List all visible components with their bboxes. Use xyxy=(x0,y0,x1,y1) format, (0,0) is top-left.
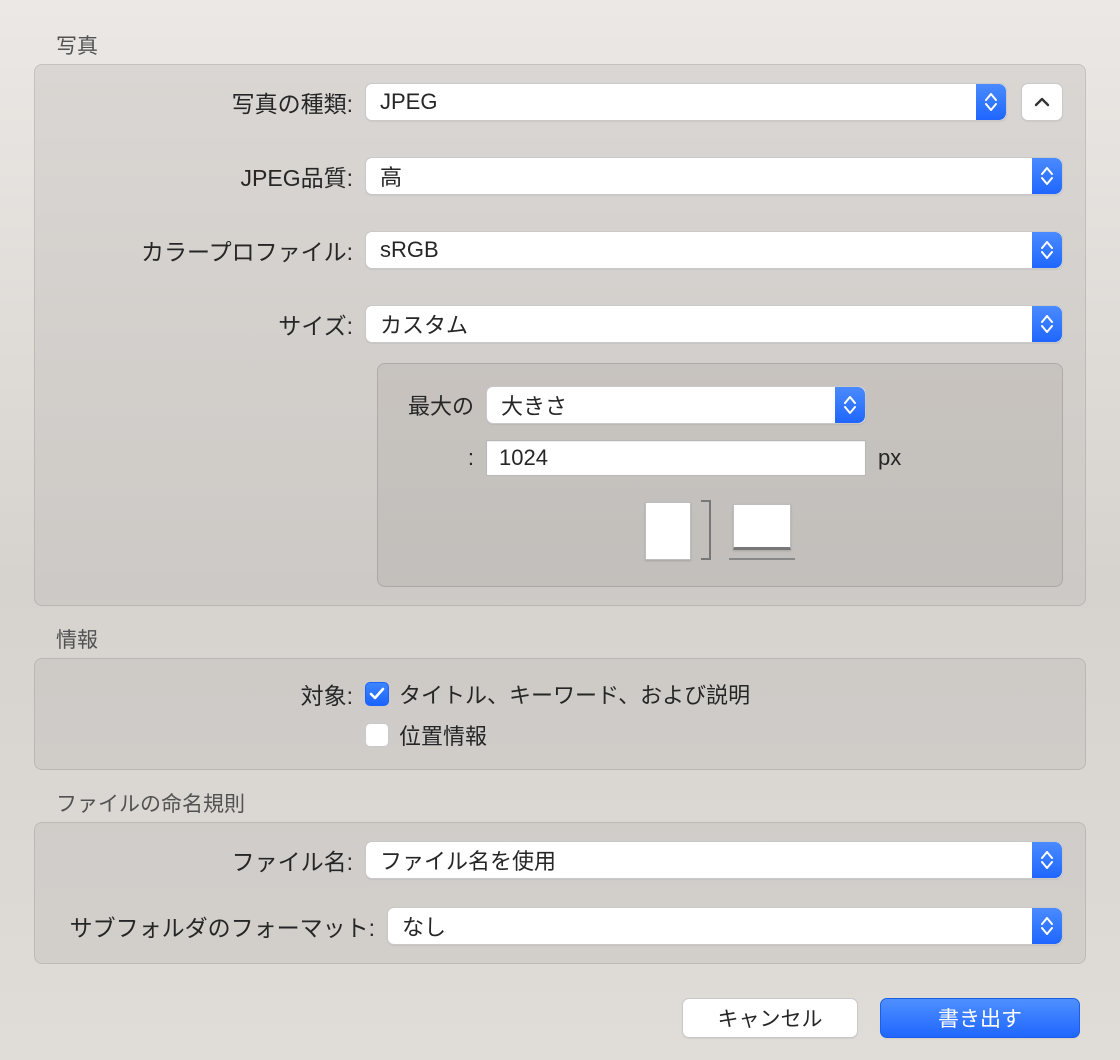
info-section-title: 情報 xyxy=(56,624,1086,654)
max-label: 最大の xyxy=(406,389,486,421)
custom-size-panel: 最大の 大きさ : px xyxy=(377,363,1063,587)
jpeg-quality-label: JPEG品質: xyxy=(57,159,365,193)
aspect-preview xyxy=(406,500,1034,560)
photo-kind-value: JPEG xyxy=(380,89,437,115)
size-select[interactable]: カスタム xyxy=(365,305,1063,343)
max-size-input[interactable] xyxy=(486,440,866,476)
photo-section-title: 写真 xyxy=(56,30,1086,60)
photo-kind-select[interactable]: JPEG xyxy=(365,83,1007,121)
updown-icon xyxy=(835,387,865,423)
export-button[interactable]: 書き出す xyxy=(880,998,1080,1038)
dimension-value: 大きさ xyxy=(501,389,567,421)
updown-icon xyxy=(976,84,1006,120)
bracket-icon xyxy=(701,500,711,560)
landscape-preview-icon xyxy=(733,504,791,550)
subfolder-label: サブフォルダのフォーマット: xyxy=(57,909,387,943)
size-label: サイズ: xyxy=(57,307,365,341)
filename-label: ファイル名: xyxy=(57,843,365,877)
filename-select[interactable]: ファイル名を使用 xyxy=(365,841,1063,879)
updown-icon xyxy=(1032,306,1062,342)
updown-icon xyxy=(1032,232,1062,268)
location-checkbox[interactable] xyxy=(365,723,389,747)
dialog-buttons: キャンセル 書き出す xyxy=(34,998,1086,1038)
portrait-preview-icon xyxy=(645,502,691,560)
title-keywords-checkbox[interactable] xyxy=(365,682,389,706)
photo-section: 写真の種類: JPEG JPEG品質: 高 xyxy=(34,64,1086,606)
color-profile-value: sRGB xyxy=(380,237,439,263)
target-label: 対象: xyxy=(57,677,365,711)
subfolder-value: なし xyxy=(402,910,446,942)
color-profile-label: カラープロファイル: xyxy=(57,233,365,267)
jpeg-quality-value: 高 xyxy=(380,160,402,192)
updown-icon xyxy=(1032,842,1062,878)
photo-kind-label: 写真の種類: xyxy=(57,85,365,119)
collapse-button[interactable] xyxy=(1021,83,1063,121)
cancel-button[interactable]: キャンセル xyxy=(682,998,858,1038)
naming-section-title: ファイルの命名規則 xyxy=(56,788,1086,818)
location-label: 位置情報 xyxy=(399,719,487,751)
subfolder-select[interactable]: なし xyxy=(387,907,1063,945)
baseline-indicator xyxy=(729,558,795,560)
info-section: 対象: タイトル、キーワード、および説明 位置情報 xyxy=(34,658,1086,770)
chevron-up-icon xyxy=(1034,97,1050,107)
color-profile-select[interactable]: sRGB xyxy=(365,231,1063,269)
updown-icon xyxy=(1032,908,1062,944)
dimension-select[interactable]: 大きさ xyxy=(486,386,866,424)
title-keywords-label: タイトル、キーワード、および説明 xyxy=(399,678,750,710)
updown-icon xyxy=(1032,158,1062,194)
value-colon-label: : xyxy=(406,445,486,471)
check-icon xyxy=(369,687,385,701)
filename-value: ファイル名を使用 xyxy=(380,844,556,876)
size-value: カスタム xyxy=(380,308,468,340)
naming-section: ファイル名: ファイル名を使用 サブフォルダのフォーマット: なし xyxy=(34,822,1086,964)
jpeg-quality-select[interactable]: 高 xyxy=(365,157,1063,195)
px-unit: px xyxy=(878,445,901,471)
